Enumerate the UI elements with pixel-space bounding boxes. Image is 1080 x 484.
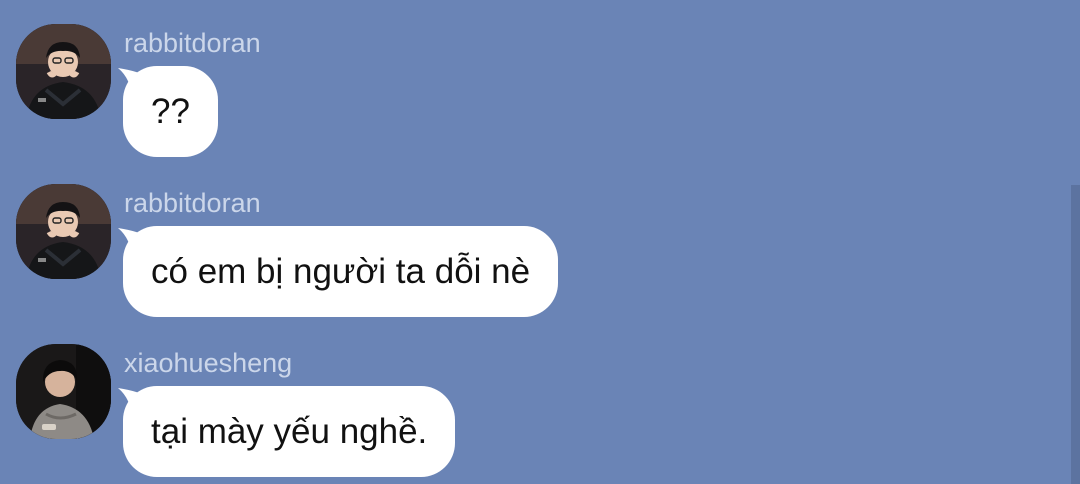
message-bubble[interactable]: tại mày yếu nghề. [118, 386, 456, 477]
user-avatar-photo-icon [16, 184, 111, 279]
message-username[interactable]: rabbitdoran [124, 26, 261, 60]
message-text: ?? [123, 66, 218, 157]
message-bubble[interactable]: có em bị người ta dỗi nè [118, 226, 559, 317]
chat-view[interactable]: rabbitdoran ?? rabbitdoran có em bị ngườ… [0, 0, 1080, 484]
user-avatar-photo-icon [16, 344, 111, 439]
scrollbar[interactable] [1071, 185, 1080, 484]
avatar[interactable] [16, 184, 111, 279]
message-bubble[interactable]: ?? [118, 66, 218, 157]
avatar[interactable] [16, 344, 111, 439]
message-text: tại mày yếu nghề. [123, 386, 456, 477]
chat-message: rabbitdoran ?? [0, 0, 1060, 160]
message-username[interactable]: xiaohuesheng [124, 346, 292, 380]
message-text: có em bị người ta dỗi nè [123, 226, 559, 317]
chat-message: xiaohuesheng tại mày yếu nghề. [0, 320, 1060, 480]
message-username[interactable]: rabbitdoran [124, 186, 261, 220]
avatar[interactable] [16, 24, 111, 119]
chat-message: rabbitdoran có em bị người ta dỗi nè [0, 160, 1060, 320]
user-avatar-photo-icon [16, 24, 111, 119]
